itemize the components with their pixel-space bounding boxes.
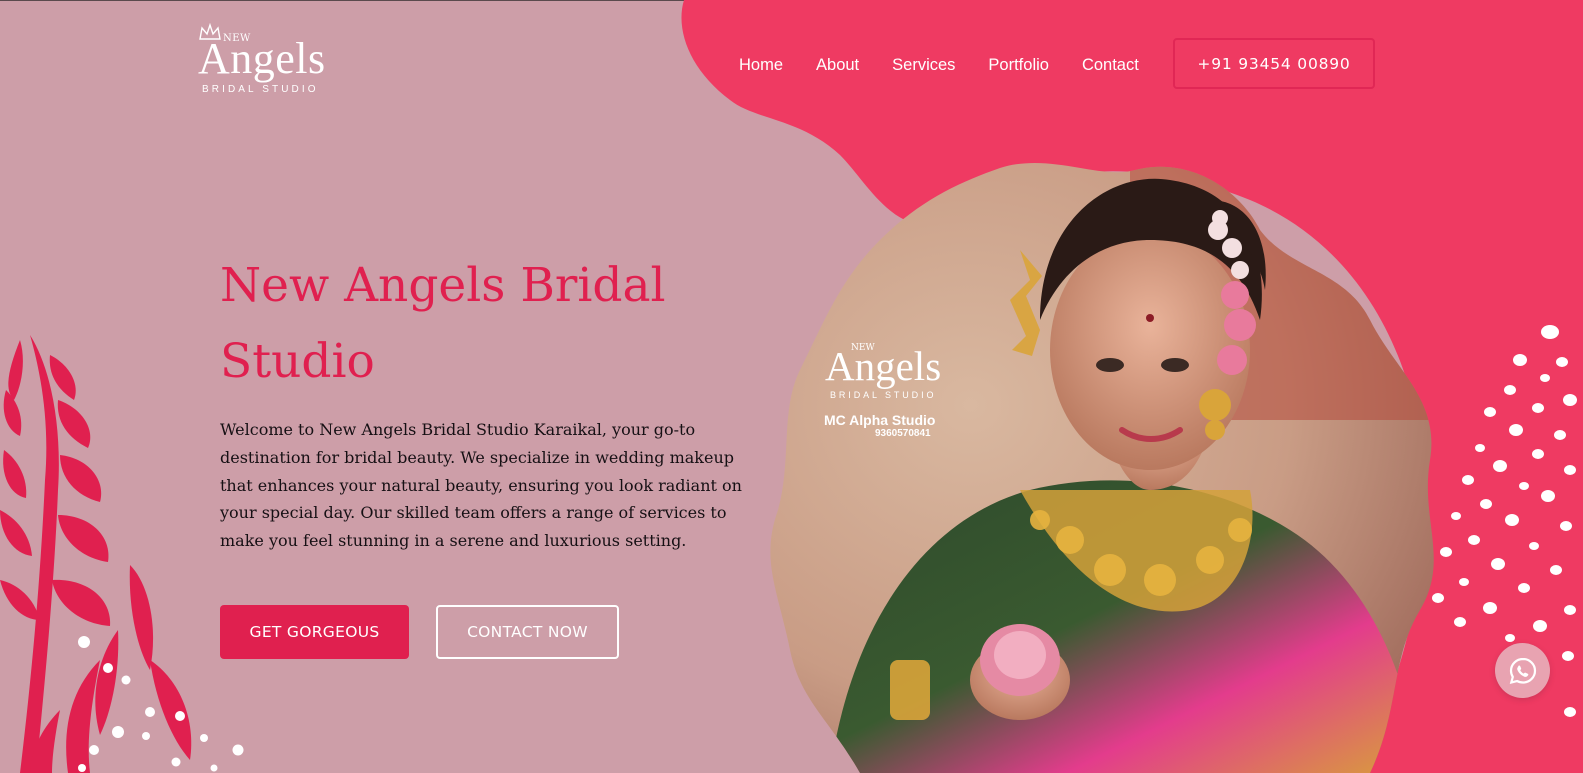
photo-watermark: NEW Angels BRIDAL STUDIO MC Alpha Studio… [822, 336, 972, 446]
dots-decoration [1432, 325, 1577, 717]
get-gorgeous-button[interactable]: GET GORGEOUS [220, 605, 409, 659]
photo-watermark-sub: BRIDAL STUDIO [830, 390, 937, 400]
photo-watermark-studio: MC Alpha Studio [824, 412, 936, 428]
hero-bride-photo [770, 162, 1434, 773]
nav-item-about[interactable]: About [816, 55, 859, 75]
whatsapp-icon [1509, 657, 1536, 684]
hero-description: Welcome to New Angels Bridal Studio Kara… [220, 420, 742, 551]
hero-title: New Angels Bridal Studio [220, 258, 666, 389]
nav-item-contact[interactable]: Contact [1082, 55, 1139, 75]
main-nav: Home About Services Portfolio Contact [739, 55, 1172, 75]
nav-item-portfolio[interactable]: Portfolio [988, 55, 1049, 75]
logo-main-text: Angels [198, 34, 326, 83]
phone-button[interactable]: +91 93454 00890 [1173, 38, 1375, 89]
nav-item-home[interactable]: Home [739, 55, 783, 75]
logo-sub-text: BRIDAL STUDIO [202, 84, 319, 95]
nav-item-services[interactable]: Services [892, 55, 955, 75]
contact-now-button[interactable]: CONTACT NOW [436, 605, 619, 659]
photo-watermark-phone: 9360570841 [875, 428, 931, 439]
photo-watermark-main: Angels [825, 343, 942, 389]
whatsapp-button[interactable] [1495, 643, 1550, 698]
site-logo[interactable]: NEW Angels BRIDAL STUDIO [196, 22, 346, 100]
